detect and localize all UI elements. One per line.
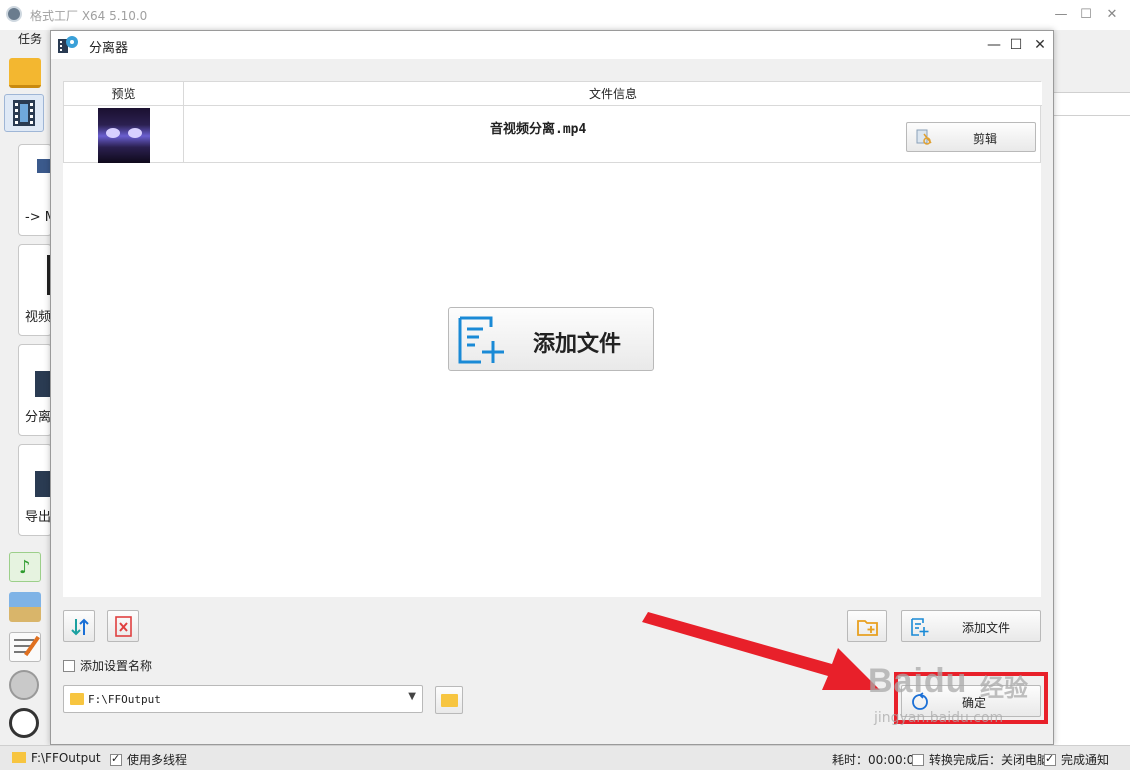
splitter-icon [58,36,78,53]
output-path-combo[interactable]: F:\FFOutput ▼ [63,685,423,713]
tool-card-splitter[interactable]: 分离 [18,344,52,436]
column-header-preview: 预览 [64,82,184,106]
tool-card-label: -> M [25,210,51,225]
disc-category-icon[interactable] [9,670,39,700]
add-folder-button[interactable] [847,610,887,642]
elapsed-time: 耗时：00:00:00 [832,753,922,767]
column-header-file-info: 文件信息 [184,82,1042,106]
tool-card-mp4[interactable]: -> M [18,144,52,236]
folder-icon [70,693,84,705]
remove-file-button[interactable] [107,610,139,642]
scissors-icon [916,129,932,145]
delete-file-icon [115,616,132,637]
task-list-header [1054,92,1130,116]
clip-button[interactable]: 剪辑 [906,122,1036,152]
main-title-bar: 格式工厂 X64 5.10.0 — ☐ ✕ [0,0,1130,30]
document-category-icon[interactable] [9,632,41,662]
dialog-minimize-icon[interactable]: — [983,35,1005,55]
output-path-value: F:\FFOutput [88,693,161,706]
chevron-down-icon[interactable]: ▼ [408,691,416,702]
watermark-brand: Baidu [868,662,968,700]
center-add-file-button[interactable]: 添加文件 [448,307,654,371]
watermark: Baidu 经验 jingyan.baidu.com [868,648,1078,738]
watermark-url: jingyan.baidu.com [874,710,1004,726]
dialog-close-icon[interactable]: ✕ [1029,35,1051,55]
file-table: 预览 文件信息 音视频分离.mp4 剪辑 [63,81,1042,164]
tool-card-label: 视频 [25,310,52,325]
tool-card-label: 分离 [25,410,52,425]
folder-icon [12,752,26,763]
multithread-label: 使用多线程 [127,753,188,767]
multithread-option[interactable]: 使用多线程 [110,751,187,768]
shutdown-option[interactable]: 转换完成后：关闭电脑 [912,751,1049,768]
video-category-icon[interactable] [4,94,44,132]
image-category-icon[interactable] [9,592,41,622]
splitter-dialog: 分离器 — ☐ ✕ 预览 文件信息 音视频分离.mp4 剪辑 添加文件 添加文件… [50,30,1054,745]
maximize-icon[interactable]: ☐ [1075,5,1097,25]
add-setting-name-row[interactable]: 添加设置名称 [63,657,152,674]
status-path-text: F:\FFOutput [31,751,101,765]
add-file-button[interactable]: 添加文件 [901,610,1041,642]
shutdown-label: 转换完成后：关闭电脑 [929,753,1050,767]
dialog-title: 分离器 [89,41,129,56]
app-logo-icon [6,6,22,22]
sort-arrows-icon [71,618,89,636]
add-file-label: 添加文件 [962,621,1011,635]
status-output-path[interactable]: F:\FFOutput [12,751,101,765]
tool-card-export[interactable]: 导出 [18,444,52,536]
category-rail: -> M 视频 分离 导出 ♪ [0,52,52,745]
minimize-icon[interactable]: — [1050,5,1072,25]
clip-button-label: 剪辑 [973,132,998,146]
file-drop-area[interactable]: 添加文件 [63,163,1041,597]
tool-card-video[interactable]: 视频 [18,244,52,336]
shutdown-checkbox[interactable] [912,754,924,766]
add-folder-icon [857,620,878,636]
watermark-cn: 经验 [980,674,1028,702]
add-file-icon [911,618,929,636]
tool-card-label: 导出 [25,510,52,525]
audio-category-icon[interactable]: ♪ [9,552,41,582]
notify-label: 完成通知 [1061,753,1110,767]
output-folder-icon[interactable] [9,58,41,88]
dialog-maximize-icon[interactable]: ☐ [1005,35,1027,55]
notify-checkbox[interactable] [1044,752,1056,766]
browse-folder-button[interactable] [435,686,463,714]
menu-task[interactable]: 任务 [18,30,42,47]
close-icon[interactable]: ✕ [1101,5,1123,25]
center-add-file-label: 添加文件 [533,332,622,357]
add-file-icon [458,316,504,364]
main-window-title: 格式工厂 X64 5.10.0 [30,9,148,23]
notify-option[interactable]: 完成通知 [1044,751,1109,768]
sort-button[interactable] [63,610,95,642]
status-bar: F:\FFOutput 使用多线程 耗时：00:00:00 转换完成后：关闭电脑… [0,745,1130,770]
film-icon [13,100,35,126]
add-setting-name-checkbox[interactable] [63,660,75,672]
add-setting-name-label: 添加设置名称 [80,659,153,673]
file-name: 音视频分离.mp4 [490,122,587,137]
task-list-panel [1054,52,1130,745]
dialog-title-bar: 分离器 — ☐ ✕ [51,31,1053,59]
video-thumbnail [98,108,150,164]
menu-bar: 任务 [0,30,52,52]
tools-category-icon[interactable] [9,708,39,738]
folder-icon [441,694,458,707]
table-row[interactable] [64,106,184,164]
multithread-checkbox[interactable] [110,752,122,766]
